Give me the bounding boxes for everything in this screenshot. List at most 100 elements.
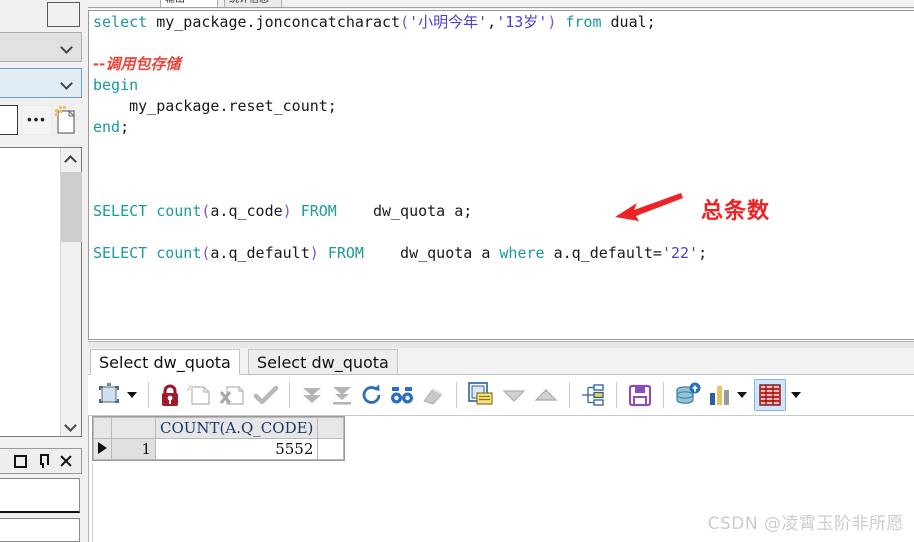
code-token: , (487, 13, 497, 31)
row-number-cell: 1 (111, 438, 156, 460)
code-token: FROM (300, 202, 337, 220)
code-token: FROM (327, 244, 364, 262)
panel-window-buttons (0, 448, 82, 474)
chevron-down-icon (66, 420, 77, 431)
sidebar-bottom-box-2 (0, 518, 80, 542)
code-token: SELECT (93, 244, 157, 262)
lock-record-button[interactable] (159, 379, 181, 411)
code-token: --调用包存储 (93, 55, 181, 73)
sidebar-scroll-area (0, 147, 82, 437)
code-token: dw_quota a (363, 244, 500, 262)
select-mode-dropdown[interactable] (127, 392, 137, 398)
code-token: a.q_code (210, 202, 283, 220)
grid-view-button[interactable] (754, 379, 786, 411)
scrollbar-up-button[interactable] (61, 148, 82, 170)
chevron-down-icon (62, 78, 73, 89)
refresh-button[interactable] (360, 379, 384, 411)
code-token: ; (646, 13, 656, 31)
code-token: jonconcatcharact (255, 13, 401, 31)
code-line: select my_package.jonconcatcharact('小明今年… (93, 12, 707, 33)
row-number-header (111, 417, 156, 439)
delete-record-button (219, 379, 247, 411)
code-token: where (499, 244, 545, 262)
new-file-icon[interactable] (54, 104, 78, 135)
export-save-button[interactable] (627, 379, 653, 411)
code-token: count (156, 244, 202, 262)
grid-corner-cell[interactable] (93, 417, 112, 439)
row-filler-cell (317, 438, 345, 460)
code-token: ) (309, 244, 319, 262)
sidebar-top-box (47, 2, 80, 27)
single-record-view-button[interactable] (467, 379, 495, 411)
toolbar-separator (148, 382, 149, 408)
code-token: ( (400, 13, 410, 31)
find-button[interactable] (390, 379, 414, 411)
triangle-right-icon (98, 442, 107, 454)
fetch-next-page-button (300, 379, 324, 411)
sidebar-combobox-1[interactable] (0, 32, 82, 62)
code-token: a.q_default (210, 244, 310, 262)
result-tab-bar: Select dw_quota Select dw_quota (88, 348, 914, 375)
chevron-up-icon (66, 154, 77, 165)
top-tab-strip: 输出 统计信息 (88, 0, 914, 9)
result-pane: Select dw_quota Select dw_quota COUNT(A.… (88, 348, 914, 542)
fetch-last-page-button (330, 379, 354, 411)
chart-dropdown[interactable] (737, 392, 747, 398)
result-grid[interactable]: COUNT(A.Q_CODE) 1 5552 (92, 416, 346, 461)
sidebar-more-button[interactable]: ••• (22, 105, 52, 135)
toolbar-separator (289, 382, 290, 408)
scrollbar-thumb[interactable] (61, 172, 82, 242)
result-table: COUNT(A.Q_CODE) 1 5552 (93, 417, 345, 460)
sort-descending-button (501, 379, 527, 411)
toolbar-separator (616, 382, 617, 408)
code-token: a.q_default= (544, 244, 662, 262)
close-icon[interactable] (59, 454, 73, 468)
chart-button[interactable] (708, 379, 732, 411)
red-annotation-arrow (615, 193, 683, 221)
code-line: SELECT count(a.q_default) FROM dw_quota … (93, 243, 707, 264)
code-token: begin (93, 76, 139, 94)
code-token: from (565, 13, 602, 31)
toolbar-separator (569, 382, 570, 408)
code-token: my_package (93, 97, 220, 115)
cell-count-a-q-code[interactable]: 5552 (154, 438, 319, 460)
result-tab-1[interactable]: Select dw_quota (248, 349, 398, 375)
scrollbar-down-button[interactable] (61, 414, 82, 436)
select-mode-button[interactable] (96, 379, 122, 411)
chevron-down-icon (62, 42, 73, 53)
code-token: ; (698, 244, 708, 262)
restore-icon[interactable] (14, 454, 27, 468)
sidebar-combobox-2[interactable] (0, 68, 82, 98)
application-window: ••• select my_package.jonconcatcharact('… (0, 0, 914, 542)
code-token: select (93, 13, 157, 31)
sidebar-bottom-box-1 (0, 478, 80, 513)
result-tab-0[interactable]: Select dw_quota (90, 349, 240, 375)
post-changes-button (253, 379, 279, 411)
code-token: '小明今年' (409, 13, 488, 31)
column-header-filler (317, 417, 345, 439)
sql-code-text: select my_package.jonconcatcharact('小明今年… (93, 12, 707, 264)
insert-record-button (187, 379, 213, 411)
sort-ascending-button (533, 379, 559, 411)
clear-filter-button (420, 379, 446, 411)
toolbar-separator (663, 382, 664, 408)
grid-view-dropdown[interactable] (791, 392, 801, 398)
code-token: dw_quota a; (336, 202, 473, 220)
toolbar-separator (456, 382, 457, 408)
code-token: count (156, 202, 202, 220)
pin-icon[interactable] (36, 454, 50, 468)
sql-editor[interactable]: select my_package.jonconcatcharact('小明今年… (88, 10, 914, 340)
table-row[interactable]: 1 5552 (93, 438, 345, 460)
code-line: begin (93, 75, 707, 96)
sidebar-scrollbar[interactable] (60, 148, 82, 436)
copy-to-database-button[interactable] (674, 379, 702, 411)
editor-horizontal-scroll-gutter[interactable] (88, 341, 914, 348)
query-plan-button[interactable] (580, 379, 606, 411)
table-header-row: COUNT(A.Q_CODE) (93, 417, 345, 439)
column-header-0[interactable]: COUNT(A.Q_CODE) (154, 417, 319, 439)
code-line: my_package.reset_count; (93, 96, 707, 117)
code-token: '13岁' (496, 13, 548, 31)
code-token: SELECT (93, 202, 157, 220)
